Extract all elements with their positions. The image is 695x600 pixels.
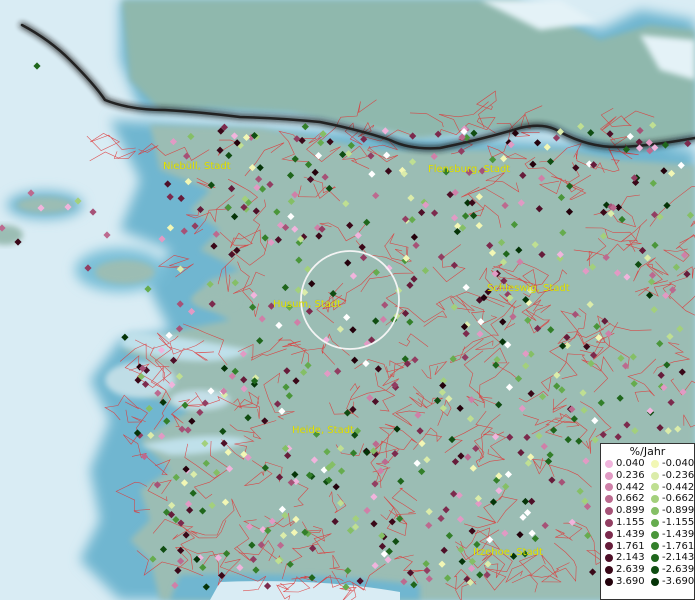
- legend-positive-swatch: [605, 518, 613, 527]
- legend-negative-swatch: [651, 459, 659, 468]
- legend-positive-row: 0.662: [601, 493, 647, 505]
- city-label-niebuell: Niebüll, Stadt: [163, 161, 231, 172]
- city-label-flensburg: Flensburg, Stadt: [428, 164, 511, 175]
- legend-positive-swatch: [605, 483, 613, 492]
- legend-negative-row: -1.155: [647, 517, 694, 529]
- legend-negative-label: -3.690: [662, 575, 695, 587]
- legend-negative-row: -3.690: [647, 576, 694, 588]
- legend-negative-swatch: [651, 566, 659, 575]
- legend-positive-label: 0.899: [616, 505, 645, 517]
- legend-positive-label: 0.236: [616, 469, 645, 481]
- legend-negative-swatch: [651, 471, 659, 480]
- legend: %/Jahr 0.040 0.236 0.442 0.662 0.899 1.155 1.4…: [600, 443, 695, 600]
- city-label-schleswig: Schleswig, Stadt: [487, 283, 570, 294]
- legend-positive-row: 0.236: [601, 470, 647, 482]
- legend-negative-label: -2.143: [662, 552, 695, 564]
- legend-negative-swatch: [651, 530, 659, 539]
- legend-positive-swatch: [605, 542, 613, 551]
- legend-positive-column: 0.040 0.236 0.442 0.662 0.899 1.155 1.439 1.761…: [601, 458, 647, 588]
- legend-positive-swatch: [605, 577, 613, 586]
- island-nordstrand: [193, 291, 237, 309]
- legend-positive-label: 1.439: [616, 528, 645, 540]
- basemap: [0, 0, 695, 600]
- legend-negative-label: -0.442: [662, 481, 695, 493]
- legend-negative-row: -2.639: [647, 564, 694, 576]
- legend-negative-row: -1.439: [647, 529, 694, 541]
- legend-negative-row: -0.236: [647, 470, 694, 482]
- legend-negative-swatch: [651, 518, 659, 527]
- legend-positive-row: 1.761: [601, 541, 647, 553]
- legend-positive-label: 0.040: [616, 458, 645, 469]
- legend-positive-swatch: [605, 554, 613, 563]
- legend-positive-row: 2.639: [601, 564, 647, 576]
- legend-negative-label: -0.899: [662, 505, 695, 517]
- legend-negative-label: -2.639: [662, 564, 695, 576]
- legend-negative-row: -2.143: [647, 552, 694, 564]
- legend-positive-row: 1.155: [601, 517, 647, 529]
- legend-positive-swatch: [605, 495, 613, 504]
- legend-negative-swatch: [651, 495, 659, 504]
- legend-positive-row: 0.040: [601, 458, 647, 470]
- legend-negative-swatch: [651, 542, 659, 551]
- legend-positive-label: 0.442: [616, 481, 645, 493]
- legend-negative-label: -1.155: [662, 516, 695, 528]
- legend-negative-label: -1.761: [662, 540, 695, 552]
- legend-positive-swatch: [605, 566, 613, 575]
- legend-title: %/Jahr: [629, 445, 666, 458]
- legend-positive-label: 1.155: [616, 516, 645, 528]
- legend-negative-swatch: [651, 507, 659, 516]
- city-label-heide: Heide, Stadt: [292, 425, 354, 436]
- legend-positive-row: 2.143: [601, 552, 647, 564]
- city-label-itzehoe: Itzehoe, Stadt: [473, 547, 543, 558]
- legend-negative-swatch: [651, 483, 659, 492]
- legend-negative-row: -0.442: [647, 482, 694, 494]
- legend-positive-row: 0.442: [601, 482, 647, 494]
- legend-positive-label: 1.761: [616, 540, 645, 552]
- legend-positive-label: 2.143: [616, 552, 645, 564]
- legend-negative-row: -0.040: [647, 458, 694, 470]
- legend-positive-row: 0.899: [601, 505, 647, 517]
- legend-negative-row: -1.761: [647, 541, 694, 553]
- legend-positive-row: 1.439: [601, 529, 647, 541]
- legend-negative-row: -0.899: [647, 505, 694, 517]
- legend-positive-label: 2.639: [616, 564, 645, 576]
- legend-negative-swatch: [651, 554, 659, 563]
- legend-negative-label: -1.439: [662, 528, 695, 540]
- legend-positive-swatch: [605, 459, 613, 468]
- legend-negative-label: -0.040: [662, 458, 695, 469]
- legend-positive-swatch: [605, 507, 613, 516]
- legend-negative-swatch: [651, 577, 659, 586]
- map-view[interactable]: Niebüll, Stadt Flensburg, Stadt Husum, S…: [0, 0, 695, 600]
- legend-negative-label: -0.662: [662, 493, 695, 505]
- legend-positive-row: 3.690: [601, 576, 647, 588]
- legend-negative-column: -0.040 -0.236 -0.442 -0.662 -0.899 -1.155 -1.4…: [647, 458, 694, 588]
- legend-positive-swatch: [605, 530, 613, 539]
- island-foehr: [95, 260, 155, 284]
- legend-negative-row: -0.662: [647, 493, 694, 505]
- city-label-husum: Husum, Stadt: [273, 299, 342, 310]
- island-sylt: [17, 197, 73, 213]
- legend-positive-swatch: [605, 471, 613, 480]
- legend-negative-label: -0.236: [662, 469, 695, 481]
- legend-positive-label: 0.662: [616, 493, 645, 505]
- legend-positive-label: 3.690: [616, 575, 645, 587]
